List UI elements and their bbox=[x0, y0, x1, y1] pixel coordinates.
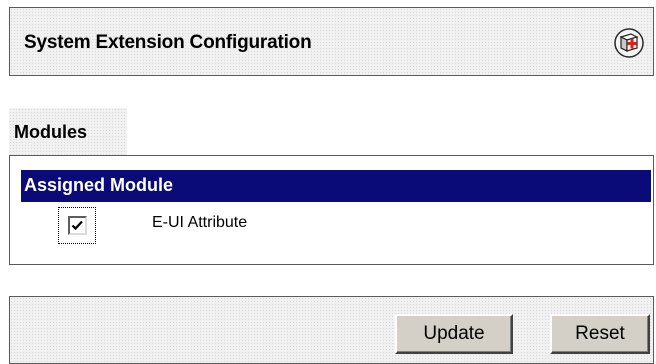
tab-modules[interactable]: Modules bbox=[9, 108, 127, 158]
checkbox-focus-ring bbox=[58, 207, 96, 244]
column-header-assigned-module: Assigned Module bbox=[24, 175, 174, 195]
update-button[interactable]: Update bbox=[395, 314, 513, 354]
reset-button[interactable]: Reset bbox=[550, 314, 650, 354]
footer-bar: Update Reset bbox=[9, 296, 654, 364]
tab-modules-label: Modules bbox=[14, 122, 88, 142]
table-row: E-UI Attribute bbox=[21, 202, 651, 244]
module-checkbox[interactable] bbox=[68, 216, 87, 235]
module-label: E-UI Attribute bbox=[152, 214, 248, 231]
help-book-icon[interactable] bbox=[614, 28, 644, 58]
page-title: System Extension Configuration bbox=[24, 32, 312, 53]
header-bar: System Extension Configuration bbox=[9, 7, 654, 76]
table-header: Assigned Module bbox=[21, 170, 651, 202]
modules-panel: Assigned Module E-UI Attribute bbox=[9, 155, 654, 265]
